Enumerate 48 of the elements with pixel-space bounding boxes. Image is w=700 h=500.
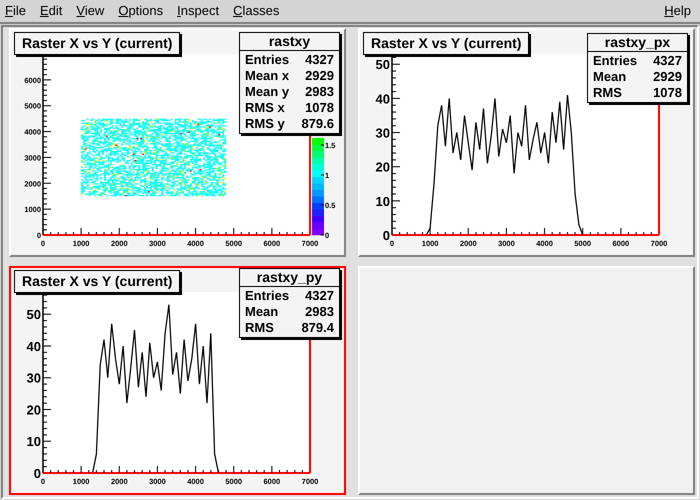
menu-item[interactable]: View — [76, 1, 104, 21]
stats-label: RMS x — [245, 100, 285, 116]
menu-item[interactable]: Edit — [40, 1, 62, 21]
menu-item[interactable]: Options — [118, 1, 164, 21]
menu-item[interactable]: Inspect — [177, 1, 220, 21]
stats-label: Mean y — [245, 84, 290, 100]
stats-label: Entries — [593, 53, 638, 69]
stats-value: 1078 — [653, 85, 682, 101]
y-tick-label: 0 — [34, 466, 41, 481]
plot-title: Raster X vs Y (current) — [363, 32, 530, 55]
stats-label: Entries — [245, 288, 290, 304]
stats-title: rastxy — [240, 33, 339, 51]
y-tick-label: 10 — [26, 434, 41, 450]
y-tick-label: 0 — [382, 228, 390, 243]
stats-value: 2929 — [653, 69, 682, 85]
stats-label: Mean x — [245, 68, 290, 84]
menu-item[interactable]: File — [5, 1, 26, 21]
y-tick-label: 30 — [26, 370, 41, 386]
y-tick-label: 10 — [376, 194, 390, 209]
y-tick-label: 20 — [26, 402, 41, 418]
stats-value: 4327 — [305, 288, 334, 304]
y-tick-label: 30 — [376, 126, 390, 141]
menu-item[interactable]: Classes — [233, 1, 280, 21]
plot-title: Raster X vs Y (current) — [14, 270, 180, 293]
stats-value: 879.6 — [301, 116, 334, 132]
stats-value: 879.4 — [301, 320, 334, 336]
y-tick-label: 20 — [376, 160, 390, 175]
stats-value: 4327 — [653, 53, 682, 69]
stats-value: 4327 — [305, 52, 334, 68]
stats-label: Mean — [593, 69, 626, 85]
y-tick-label: 40 — [26, 338, 41, 354]
stats-title: rastxy_py — [240, 269, 339, 287]
stats-value: 1078 — [305, 100, 334, 116]
stats-title: rastxy_px — [588, 34, 687, 52]
stats-value: 2983 — [305, 84, 334, 100]
stats-label: RMS — [593, 85, 622, 101]
stats-label: Mean — [245, 304, 278, 320]
canvas-pad[interactable] — [358, 266, 695, 495]
stats-value: 2929 — [305, 68, 334, 84]
stats-label: Entries — [245, 52, 290, 68]
y-tick-label: 50 — [376, 57, 390, 72]
plot-title: Raster X vs Y (current) — [14, 32, 180, 55]
stats-value: 2983 — [305, 304, 334, 320]
help-menu-item[interactable]: Help — [664, 1, 691, 21]
stats-label: RMS y — [245, 116, 285, 132]
stats-label: RMS — [245, 320, 274, 336]
y-tick-label: 50 — [26, 307, 41, 322]
y-tick-label: 40 — [376, 91, 390, 106]
